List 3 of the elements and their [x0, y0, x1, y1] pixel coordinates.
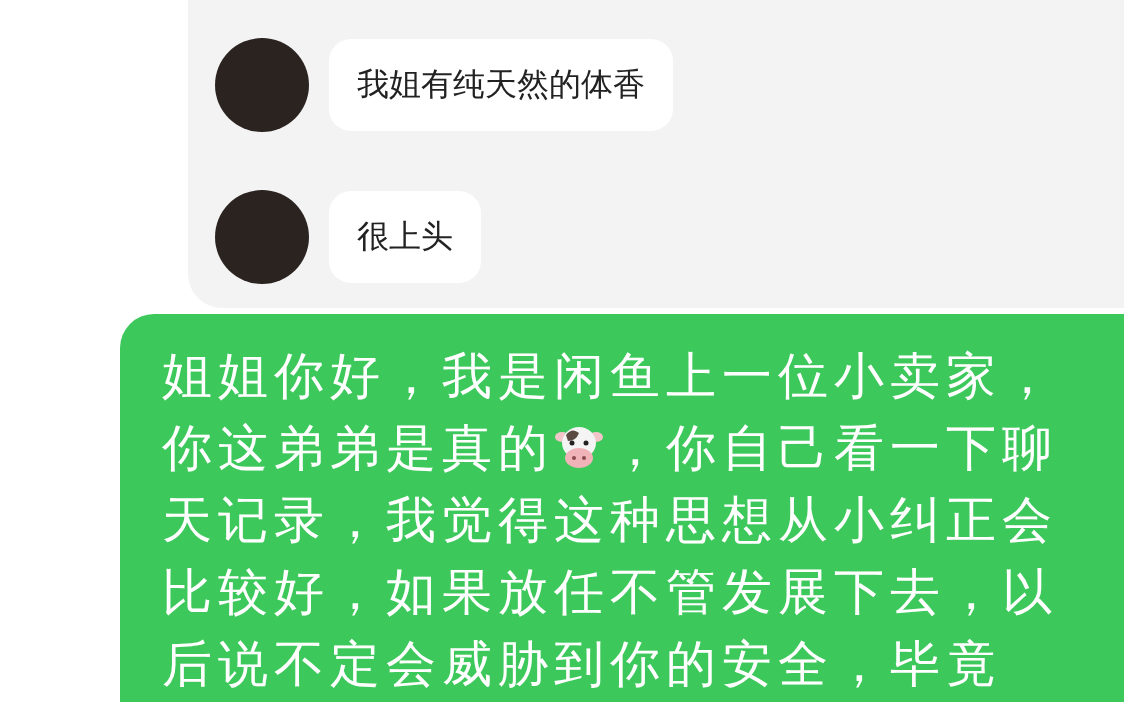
received-message: 我姐有纯天然的体香 [329, 39, 673, 131]
sent-message: 姐姐你好，我是闲鱼上一位小卖家，你这弟弟是真的 ，你自己看一下聊天记录，我觉得这种思想从小纠正会比较好，如果放任不管发展下去，以后说不定会威胁到你的安全，毕竟 [162, 346, 1059, 695]
received-message: 很上头 [329, 191, 481, 283]
